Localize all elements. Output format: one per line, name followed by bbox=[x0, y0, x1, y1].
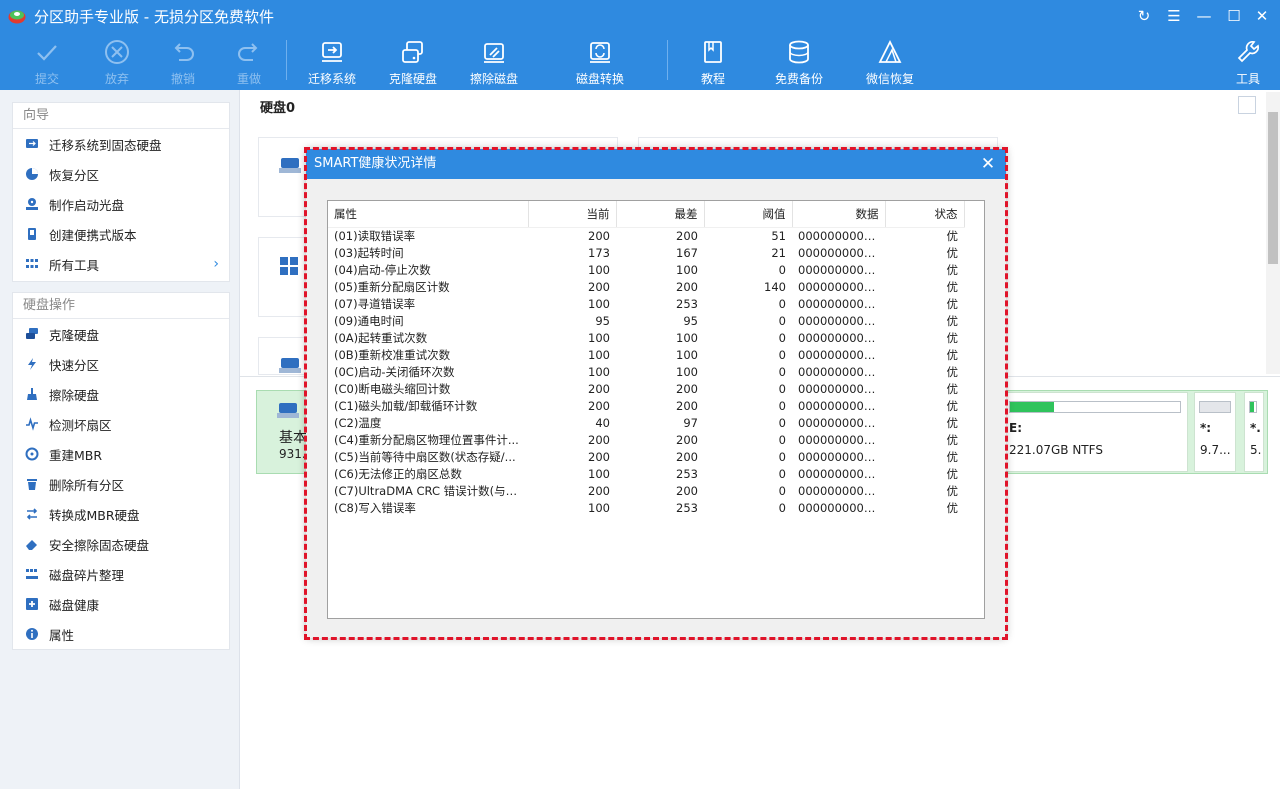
close-window-icon[interactable]: ✕ bbox=[1250, 4, 1274, 28]
wechat-recovery-icon bbox=[878, 39, 902, 63]
drive-icon bbox=[279, 358, 301, 373]
disk-header: 硬盘0 bbox=[244, 92, 1260, 118]
sidebar-item-quick-partition[interactable]: 快速分区 bbox=[13, 349, 229, 379]
usage-bar bbox=[1009, 401, 1181, 413]
boot-disc-icon bbox=[26, 198, 38, 210]
app-logo-icon bbox=[8, 10, 26, 24]
sidebar-item-bad-sector[interactable]: 检测坏扇区 bbox=[13, 409, 229, 439]
partition-y-size: 5. bbox=[1250, 443, 1262, 457]
usage-bar bbox=[1199, 401, 1231, 413]
partition-y-label: *. bbox=[1250, 421, 1261, 435]
sidebar-item-boot-disc[interactable]: 制作启动光盘 bbox=[13, 189, 229, 219]
disk-size: 931. bbox=[279, 447, 306, 461]
clone-disk-button[interactable]: 克隆硬盘 bbox=[378, 36, 448, 88]
wrench-icon bbox=[1237, 41, 1259, 63]
disk-ops-title: 硬盘操作 bbox=[13, 293, 229, 319]
sidebar-item-portable[interactable]: 创建便携式版本 bbox=[13, 219, 229, 249]
cancel-circle-icon bbox=[105, 40, 129, 64]
sidebar-item-clone-disk[interactable]: 克隆硬盘 bbox=[13, 319, 229, 349]
swap-icon bbox=[26, 508, 38, 520]
disk-convert-button[interactable]: 磁盘转换 bbox=[565, 36, 635, 88]
free-backup-button[interactable]: 免费备份 bbox=[764, 36, 834, 88]
partition-y[interactable]: *. 5. bbox=[1244, 392, 1264, 472]
commit-button[interactable]: 提交 bbox=[12, 36, 82, 88]
tools-button[interactable]: 工具 bbox=[1213, 36, 1280, 88]
book-icon bbox=[704, 41, 722, 63]
redo-icon bbox=[238, 43, 258, 61]
sidebar-item-secure-erase[interactable]: 安全擦除固态硬盘 bbox=[13, 529, 229, 559]
info-icon bbox=[26, 628, 38, 640]
toolbar: 提交 放弃 撤销 重做 迁移系统 克隆硬盘 擦除磁盘 磁盘转换 教程 免费备份 … bbox=[0, 32, 1280, 90]
sidebar-item-migrate-ssd[interactable]: 迁移系统到固态硬盘 bbox=[13, 129, 229, 159]
wechat-recovery-button[interactable]: 微信恢复 bbox=[855, 36, 925, 88]
sidebar-item-recover-partition[interactable]: 恢复分区 bbox=[13, 159, 229, 189]
partition-x-size: 9.7... bbox=[1200, 443, 1231, 457]
tutorial-button[interactable]: 教程 bbox=[678, 36, 748, 88]
check-icon bbox=[37, 45, 57, 61]
migrate-icon bbox=[26, 139, 38, 148]
convert-disk-icon bbox=[590, 42, 610, 63]
usage-bar bbox=[1249, 401, 1257, 413]
trash-icon bbox=[27, 479, 37, 490]
minimize-icon[interactable]: — bbox=[1192, 4, 1216, 28]
eraser-icon bbox=[26, 540, 37, 550]
sidebar-item-delete-all[interactable]: 删除所有分区 bbox=[13, 469, 229, 499]
wave-icon bbox=[26, 417, 38, 431]
chevron-right-icon: › bbox=[213, 256, 219, 272]
rebuild-icon bbox=[25, 447, 39, 461]
wipe-disk-button[interactable]: 擦除磁盘 bbox=[459, 36, 529, 88]
undo-icon bbox=[174, 43, 194, 61]
redo-button[interactable]: 重做 bbox=[214, 36, 284, 88]
menu-icon[interactable]: ☰ bbox=[1162, 4, 1186, 28]
wizard-title: 向导 bbox=[13, 103, 229, 129]
partition-x-label: *: bbox=[1200, 421, 1212, 435]
clone-icon bbox=[26, 328, 38, 339]
drive-icon bbox=[279, 158, 301, 173]
sidebar-item-defrag[interactable]: 磁盘碎片整理 bbox=[13, 559, 229, 589]
partition-e-info: 221.07GB NTFS bbox=[1009, 443, 1103, 457]
disk-ops-panel: 硬盘操作 克隆硬盘 快速分区 擦除硬盘 检测坏扇区 重建MBR 删除所有分区 转… bbox=[12, 292, 230, 650]
pie-icon bbox=[26, 168, 38, 180]
highlight-outline bbox=[304, 147, 1008, 640]
scrollbar-thumb[interactable] bbox=[1268, 112, 1278, 264]
window-title: 分区助手专业版 - 无损分区免费软件 bbox=[34, 8, 274, 26]
clone-disk-icon bbox=[402, 41, 423, 63]
discard-button[interactable]: 放弃 bbox=[82, 36, 152, 88]
sidebar-item-all-tools[interactable]: 所有工具 › bbox=[13, 249, 229, 279]
lightning-icon bbox=[28, 358, 36, 370]
toolbar-separator bbox=[667, 40, 668, 80]
sidebar-item-convert-mbr[interactable]: 转换成MBR硬盘 bbox=[13, 499, 229, 529]
migrate-system-button[interactable]: 迁移系统 bbox=[297, 36, 367, 88]
partition-e-label: E: bbox=[1009, 421, 1022, 435]
refresh-icon[interactable]: ↻ bbox=[1132, 4, 1156, 28]
partition-x[interactable]: *: 9.7... bbox=[1194, 392, 1236, 472]
undo-button[interactable]: 撤销 bbox=[148, 36, 218, 88]
sidebar-item-properties[interactable]: 属性 bbox=[13, 619, 229, 649]
sidebar-item-rebuild-mbr[interactable]: 重建MBR bbox=[13, 439, 229, 469]
backup-icon bbox=[789, 40, 809, 64]
defrag-icon bbox=[26, 569, 38, 579]
sidebar-item-wipe-disk[interactable]: 擦除硬盘 bbox=[13, 379, 229, 409]
windows-icon bbox=[280, 257, 298, 275]
usage-bar-fill bbox=[1010, 402, 1055, 412]
maximize-icon[interactable]: ☐ bbox=[1222, 4, 1246, 28]
disk-type: 基本 bbox=[279, 430, 307, 446]
portable-icon bbox=[28, 228, 36, 240]
partition-e[interactable]: E: 221.07GB NTFS bbox=[1004, 392, 1188, 472]
migrate-disk-icon bbox=[322, 42, 342, 62]
grid-icon bbox=[26, 259, 38, 268]
sidebar-item-disk-health[interactable]: 磁盘健康 bbox=[13, 589, 229, 619]
wizard-panel: 向导 迁移系统到固态硬盘 恢复分区 制作启动光盘 创建便携式版本 所有工具 › bbox=[12, 102, 230, 282]
disk-label: 硬盘0 bbox=[260, 101, 296, 116]
view-toggle-icon[interactable] bbox=[1238, 96, 1256, 114]
broom-icon bbox=[27, 388, 37, 400]
wipe-disk-icon bbox=[484, 43, 504, 63]
health-plus-icon bbox=[26, 598, 38, 610]
drive-icon bbox=[277, 403, 299, 418]
toolbar-separator bbox=[286, 40, 287, 80]
title-bar: 分区助手专业版 - 无损分区免费软件 ↻ ☰ — ☐ ✕ bbox=[0, 0, 1280, 32]
